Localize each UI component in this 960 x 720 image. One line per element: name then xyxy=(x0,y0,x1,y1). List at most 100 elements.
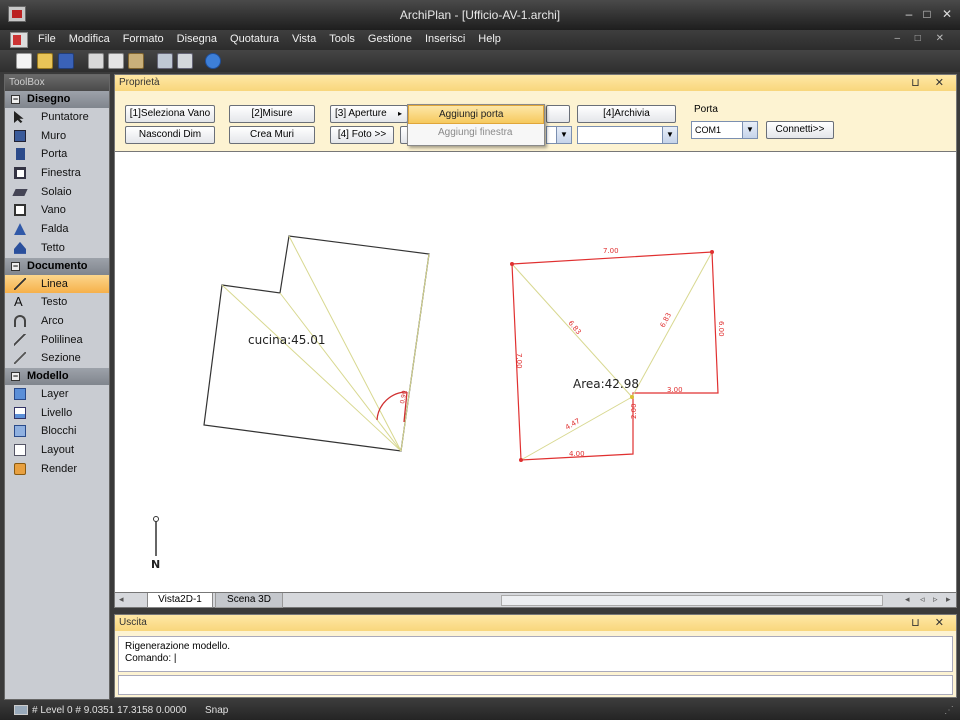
toolbox-item-puntatore[interactable]: Puntatore xyxy=(5,108,109,127)
nav-prev-icon[interactable]: ◃ xyxy=(920,594,925,605)
tab-vista2d[interactable]: Vista2D-1 xyxy=(147,593,213,608)
dim-bottom-label: 4.00 xyxy=(569,450,585,458)
toolbox-item-testo[interactable]: A Testo xyxy=(5,293,109,312)
menu-item-modifica[interactable]: Modifica xyxy=(69,33,110,45)
toolbox-item-livello[interactable]: Livello xyxy=(5,404,109,423)
minimize-button[interactable]: – xyxy=(900,6,918,22)
tab-scena3d[interactable]: Scena 3D xyxy=(215,593,283,608)
command-prompt[interactable]: Comando: | xyxy=(125,653,946,665)
toolbox-item-label: Livello xyxy=(41,406,73,419)
room-cucina[interactable]: 0.90 cucina:45.01 xyxy=(203,235,430,452)
collapse-icon[interactable]: − xyxy=(11,95,20,104)
nav-first-icon[interactable]: ◂ xyxy=(905,594,910,605)
menu-item-disegna[interactable]: Disegna xyxy=(177,33,217,45)
vertex-marker[interactable] xyxy=(710,250,714,254)
print-preview-icon[interactable] xyxy=(177,53,193,69)
toolbox-section-disegno[interactable]: − Disegno xyxy=(5,91,109,108)
toolbox-item-polilinea[interactable]: Polilinea xyxy=(5,331,109,350)
measures-button[interactable]: [2]Misure xyxy=(229,105,315,123)
toolbox-item-arco[interactable]: Arco xyxy=(5,312,109,331)
diagonal-line xyxy=(631,251,713,398)
snap-toggle[interactable]: Snap xyxy=(205,705,228,716)
toolbox-section-documento[interactable]: − Documento xyxy=(5,257,109,275)
toolbox-item-layer[interactable]: Layer xyxy=(5,385,109,404)
new-file-icon[interactable] xyxy=(16,53,32,69)
save-icon[interactable] xyxy=(58,53,74,69)
connect-button[interactable]: Connetti>> xyxy=(766,121,834,139)
add-window-menu-item[interactable]: Aggiungi finestra xyxy=(408,124,544,143)
toolbox-section-modello[interactable]: − Modello xyxy=(5,367,109,385)
toolbox-item-falda[interactable]: Falda xyxy=(5,220,109,239)
tab-scroll-left-icon[interactable]: ◂ xyxy=(119,594,124,605)
toolbox-item-layout[interactable]: Layout xyxy=(5,441,109,460)
open-folder-icon[interactable] xyxy=(37,53,53,69)
close-button[interactable]: ✕ xyxy=(938,6,956,22)
menu-item-help[interactable]: Help xyxy=(478,33,501,45)
room-cucina-label: cucina:45.01 xyxy=(248,333,326,347)
toolbox-item-vano[interactable]: Vano xyxy=(5,201,109,220)
toolbox-item-linea[interactable]: Linea xyxy=(5,274,109,294)
vertex-marker[interactable] xyxy=(510,262,514,266)
nav-last-icon[interactable]: ▸ xyxy=(946,594,951,605)
toolbox-title: ToolBox xyxy=(5,75,109,91)
menu-bar: File Modifica Formato Disegna Quotatura Vista… xyxy=(0,30,960,50)
output-panel-controls[interactable]: ⊔ ✕ xyxy=(911,616,950,629)
diagonal-line xyxy=(221,284,402,452)
room-area[interactable]: 7.00 6.00 7.00 4.00 3.00 2.00 6.83 6.83 … xyxy=(510,247,725,462)
option-combo[interactable]: ▼ xyxy=(546,126,572,144)
nav-next-icon[interactable]: ▹ xyxy=(933,594,938,605)
menu-item-inserisci[interactable]: Inserisci xyxy=(425,33,465,45)
archive-button[interactable]: [4]Archivia xyxy=(577,105,676,123)
maximize-button[interactable]: □ xyxy=(918,6,936,22)
toolbox-item-porta[interactable]: Porta xyxy=(5,145,109,164)
menu-item-gestione[interactable]: Gestione xyxy=(368,33,412,45)
hidden-button[interactable] xyxy=(546,105,570,123)
toolbox-item-tetto[interactable]: Tetto xyxy=(5,239,109,258)
status-screen-icon xyxy=(14,705,28,715)
app-logo-icon[interactable] xyxy=(10,32,28,48)
drawing-svg[interactable]: 0.90 cucina:45.01 7.00 6.00 7.00 4.00 3.… xyxy=(115,152,958,592)
collapse-icon[interactable]: − xyxy=(11,371,20,381)
menu-item-quotatura[interactable]: Quotatura xyxy=(230,33,279,45)
toolbox-item-label: Polilinea xyxy=(41,333,83,346)
horizontal-scrollbar[interactable] xyxy=(501,595,883,606)
photo-button[interactable]: [4] Foto >> xyxy=(330,126,394,144)
properties-panel-controls[interactable]: ⊔ ✕ xyxy=(911,76,950,89)
output-log[interactable]: Rigenerazione modello. Comando: | xyxy=(118,636,953,672)
toolbox-item-solaio[interactable]: Solaio xyxy=(5,183,109,202)
menu-item-file[interactable]: File xyxy=(38,33,56,45)
toolbox-item-blocchi[interactable]: Blocchi xyxy=(5,422,109,441)
toolbox-item-muro[interactable]: Muro xyxy=(5,127,109,146)
menu-item-vista[interactable]: Vista xyxy=(292,33,316,45)
print-icon[interactable] xyxy=(157,53,173,69)
output-line: Rigenerazione modello. xyxy=(125,641,231,652)
main-toolbar xyxy=(0,50,960,72)
paste-icon[interactable] xyxy=(128,53,144,69)
vertex-marker[interactable] xyxy=(519,458,523,462)
help-icon[interactable] xyxy=(205,53,221,69)
collapse-icon[interactable]: − xyxy=(11,261,20,271)
menu-item-formato[interactable]: Formato xyxy=(123,33,164,45)
command-input[interactable] xyxy=(118,675,953,695)
toolbox-item-label: Muro xyxy=(41,129,67,142)
hide-dims-button[interactable]: Nascondi Dim xyxy=(125,126,215,144)
drawing-canvas[interactable]: 0.90 cucina:45.01 7.00 6.00 7.00 4.00 3.… xyxy=(114,152,957,592)
cut-icon[interactable] xyxy=(88,53,104,69)
openings-button[interactable]: [3] Aperture ▸ xyxy=(330,105,408,123)
create-walls-button[interactable]: Crea Muri xyxy=(229,126,315,144)
layer-icon xyxy=(14,387,26,400)
mdi-controls[interactable]: – □ ✕ xyxy=(894,33,950,44)
toolbox-item-finestra[interactable]: Finestra xyxy=(5,164,109,183)
archive-combo[interactable]: ▼ xyxy=(577,126,678,144)
add-door-menu-item[interactable]: Aggiungi porta xyxy=(408,105,544,124)
toolbox-item-render[interactable]: Render xyxy=(5,460,109,479)
toolbox-item-sezione[interactable]: Sezione xyxy=(5,349,109,368)
resize-grip-icon[interactable]: ⋰ xyxy=(944,705,954,716)
output-header: Uscita ⊔ ✕ xyxy=(115,615,956,631)
floor-slab-icon xyxy=(12,188,28,196)
copy-icon[interactable] xyxy=(108,53,124,69)
port-select[interactable]: COM1 ▼ xyxy=(691,121,758,139)
room-area-outline[interactable] xyxy=(511,251,719,461)
select-room-button[interactable]: [1]Seleziona Vano xyxy=(125,105,215,123)
menu-item-tools[interactable]: Tools xyxy=(329,33,355,45)
